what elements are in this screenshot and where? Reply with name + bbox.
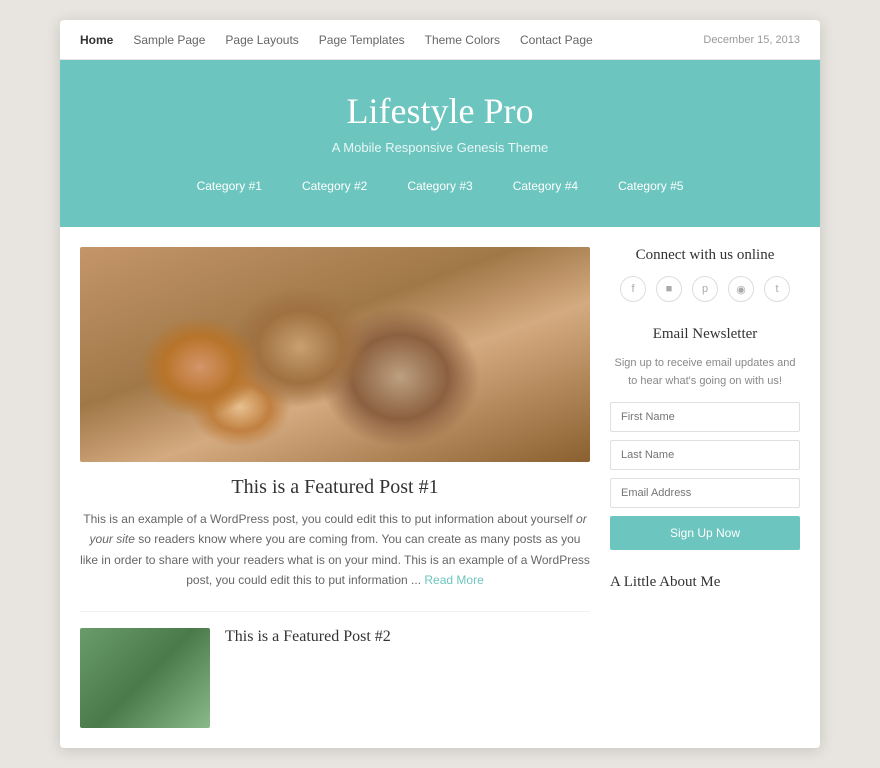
cat-5[interactable]: Category #5 bbox=[618, 179, 683, 193]
bread-photo bbox=[80, 247, 590, 462]
post-2-text: This is a Featured Post #2 bbox=[225, 628, 391, 652]
newsletter-description: Sign up to receive email updates and to … bbox=[610, 355, 800, 390]
site-subtitle: A Mobile Responsive Genesis Theme bbox=[80, 140, 800, 155]
hero-section: Lifestyle Pro A Mobile Responsive Genesi… bbox=[60, 60, 820, 227]
facebook-icon[interactable]: f bbox=[620, 276, 646, 302]
twitter-icon[interactable]: t bbox=[764, 276, 790, 302]
instagram-icon[interactable]: ■ bbox=[656, 276, 682, 302]
nav-page-layouts[interactable]: Page Layouts bbox=[225, 33, 298, 47]
post-1-excerpt: This is an example of a WordPress post, … bbox=[80, 509, 590, 591]
nav-sample-page[interactable]: Sample Page bbox=[133, 33, 205, 47]
read-more-1[interactable]: Read More bbox=[424, 573, 483, 587]
rss-icon[interactable]: ◉ bbox=[728, 276, 754, 302]
nav-links: Home Sample Page Page Layouts Page Templ… bbox=[80, 33, 703, 47]
cat-1[interactable]: Category #1 bbox=[197, 179, 262, 193]
newsletter-title: Email Newsletter bbox=[610, 326, 800, 343]
post-image-1 bbox=[80, 247, 590, 462]
category-navigation: Category #1 Category #2 Category #3 Cate… bbox=[80, 165, 800, 207]
pinterest-icon[interactable]: p bbox=[692, 276, 718, 302]
main-content: This is a Featured Post #1 This is an ex… bbox=[60, 227, 820, 748]
content-column: This is a Featured Post #1 This is an ex… bbox=[80, 247, 590, 728]
cat-3[interactable]: Category #3 bbox=[407, 179, 472, 193]
cat-4[interactable]: Category #4 bbox=[513, 179, 578, 193]
sidebar: Connect with us online f ■ p ◉ t Email N… bbox=[610, 247, 800, 728]
email-input[interactable] bbox=[610, 478, 800, 508]
site-title: Lifestyle Pro bbox=[80, 90, 800, 132]
newsletter-widget: Email Newsletter Sign up to receive emai… bbox=[610, 326, 800, 550]
about-title: A Little About Me bbox=[610, 574, 800, 591]
nav-page-templates[interactable]: Page Templates bbox=[319, 33, 405, 47]
site-date: December 15, 2013 bbox=[703, 34, 800, 46]
top-navigation: Home Sample Page Page Layouts Page Templ… bbox=[60, 20, 820, 60]
cat-2[interactable]: Category #2 bbox=[302, 179, 367, 193]
post-1-title: This is a Featured Post #1 bbox=[80, 476, 590, 499]
connect-widget: Connect with us online f ■ p ◉ t bbox=[610, 247, 800, 302]
post-image-2 bbox=[80, 628, 210, 728]
nav-theme-colors[interactable]: Theme Colors bbox=[425, 33, 500, 47]
signup-button[interactable]: Sign Up Now bbox=[610, 516, 800, 550]
first-name-input[interactable] bbox=[610, 402, 800, 432]
connect-title: Connect with us online bbox=[610, 247, 800, 264]
featured-post-1: This is a Featured Post #1 This is an ex… bbox=[80, 247, 590, 591]
about-widget: A Little About Me bbox=[610, 574, 800, 591]
nav-contact-page[interactable]: Contact Page bbox=[520, 33, 593, 47]
nav-home[interactable]: Home bbox=[80, 33, 113, 47]
social-icons-group: f ■ p ◉ t bbox=[610, 276, 800, 302]
post-divider bbox=[80, 611, 590, 612]
browser-window: Home Sample Page Page Layouts Page Templ… bbox=[60, 20, 820, 748]
featured-post-2: This is a Featured Post #2 bbox=[80, 628, 590, 728]
last-name-input[interactable] bbox=[610, 440, 800, 470]
post-2-title: This is a Featured Post #2 bbox=[225, 628, 391, 646]
